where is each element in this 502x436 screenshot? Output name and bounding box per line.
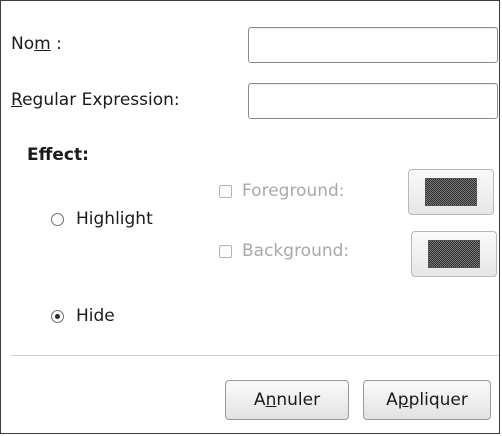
- apply-label-mnemonic: p: [397, 390, 409, 410]
- background-option[interactable]: Background:: [219, 241, 349, 261]
- separator: [11, 355, 499, 356]
- cancel-button[interactable]: An nuler: [225, 380, 349, 420]
- foreground-checkbox[interactable]: [219, 184, 232, 198]
- background-label: Background:: [242, 241, 350, 261]
- effect-title: Effect:: [27, 145, 89, 165]
- foreground-color-button[interactable]: [408, 169, 494, 215]
- filter-dialog: Nom : Regular Expression: Effect: Foregr…: [0, 0, 500, 434]
- hide-label: Hide: [76, 306, 115, 326]
- background-color-button[interactable]: [411, 231, 497, 277]
- name-input[interactable]: [248, 27, 498, 63]
- name-label-suffix: :: [50, 34, 62, 54]
- apply-label-start: A: [386, 390, 398, 410]
- cancel-label-end: nuler: [276, 390, 321, 410]
- background-color-swatch: [428, 240, 480, 268]
- foreground-color-swatch: [425, 178, 477, 206]
- name-label: Nom :: [11, 34, 62, 54]
- regex-input[interactable]: [248, 83, 498, 119]
- regex-label-text: egular Expression:: [22, 90, 180, 110]
- apply-label-end: pliquer: [408, 390, 468, 410]
- foreground-option[interactable]: Foreground:: [219, 181, 345, 201]
- regex-label: Regular Expression:: [11, 90, 180, 110]
- name-label-text: No: [11, 34, 35, 54]
- foreground-label: Foreground:: [242, 181, 345, 201]
- hide-radio[interactable]: [51, 309, 64, 323]
- highlight-option[interactable]: Highlight: [51, 209, 153, 229]
- cancel-label-start: A: [253, 390, 266, 410]
- cancel-label-mnemonic: n: [265, 390, 277, 410]
- highlight-label: Highlight: [76, 209, 153, 229]
- highlight-radio[interactable]: [51, 212, 64, 226]
- apply-button[interactable]: Ap pliquer: [363, 380, 491, 420]
- background-checkbox[interactable]: [219, 244, 232, 258]
- name-label-mnemonic: m: [34, 34, 51, 54]
- regex-label-mnemonic: R: [11, 90, 23, 110]
- hide-option[interactable]: Hide: [51, 306, 115, 326]
